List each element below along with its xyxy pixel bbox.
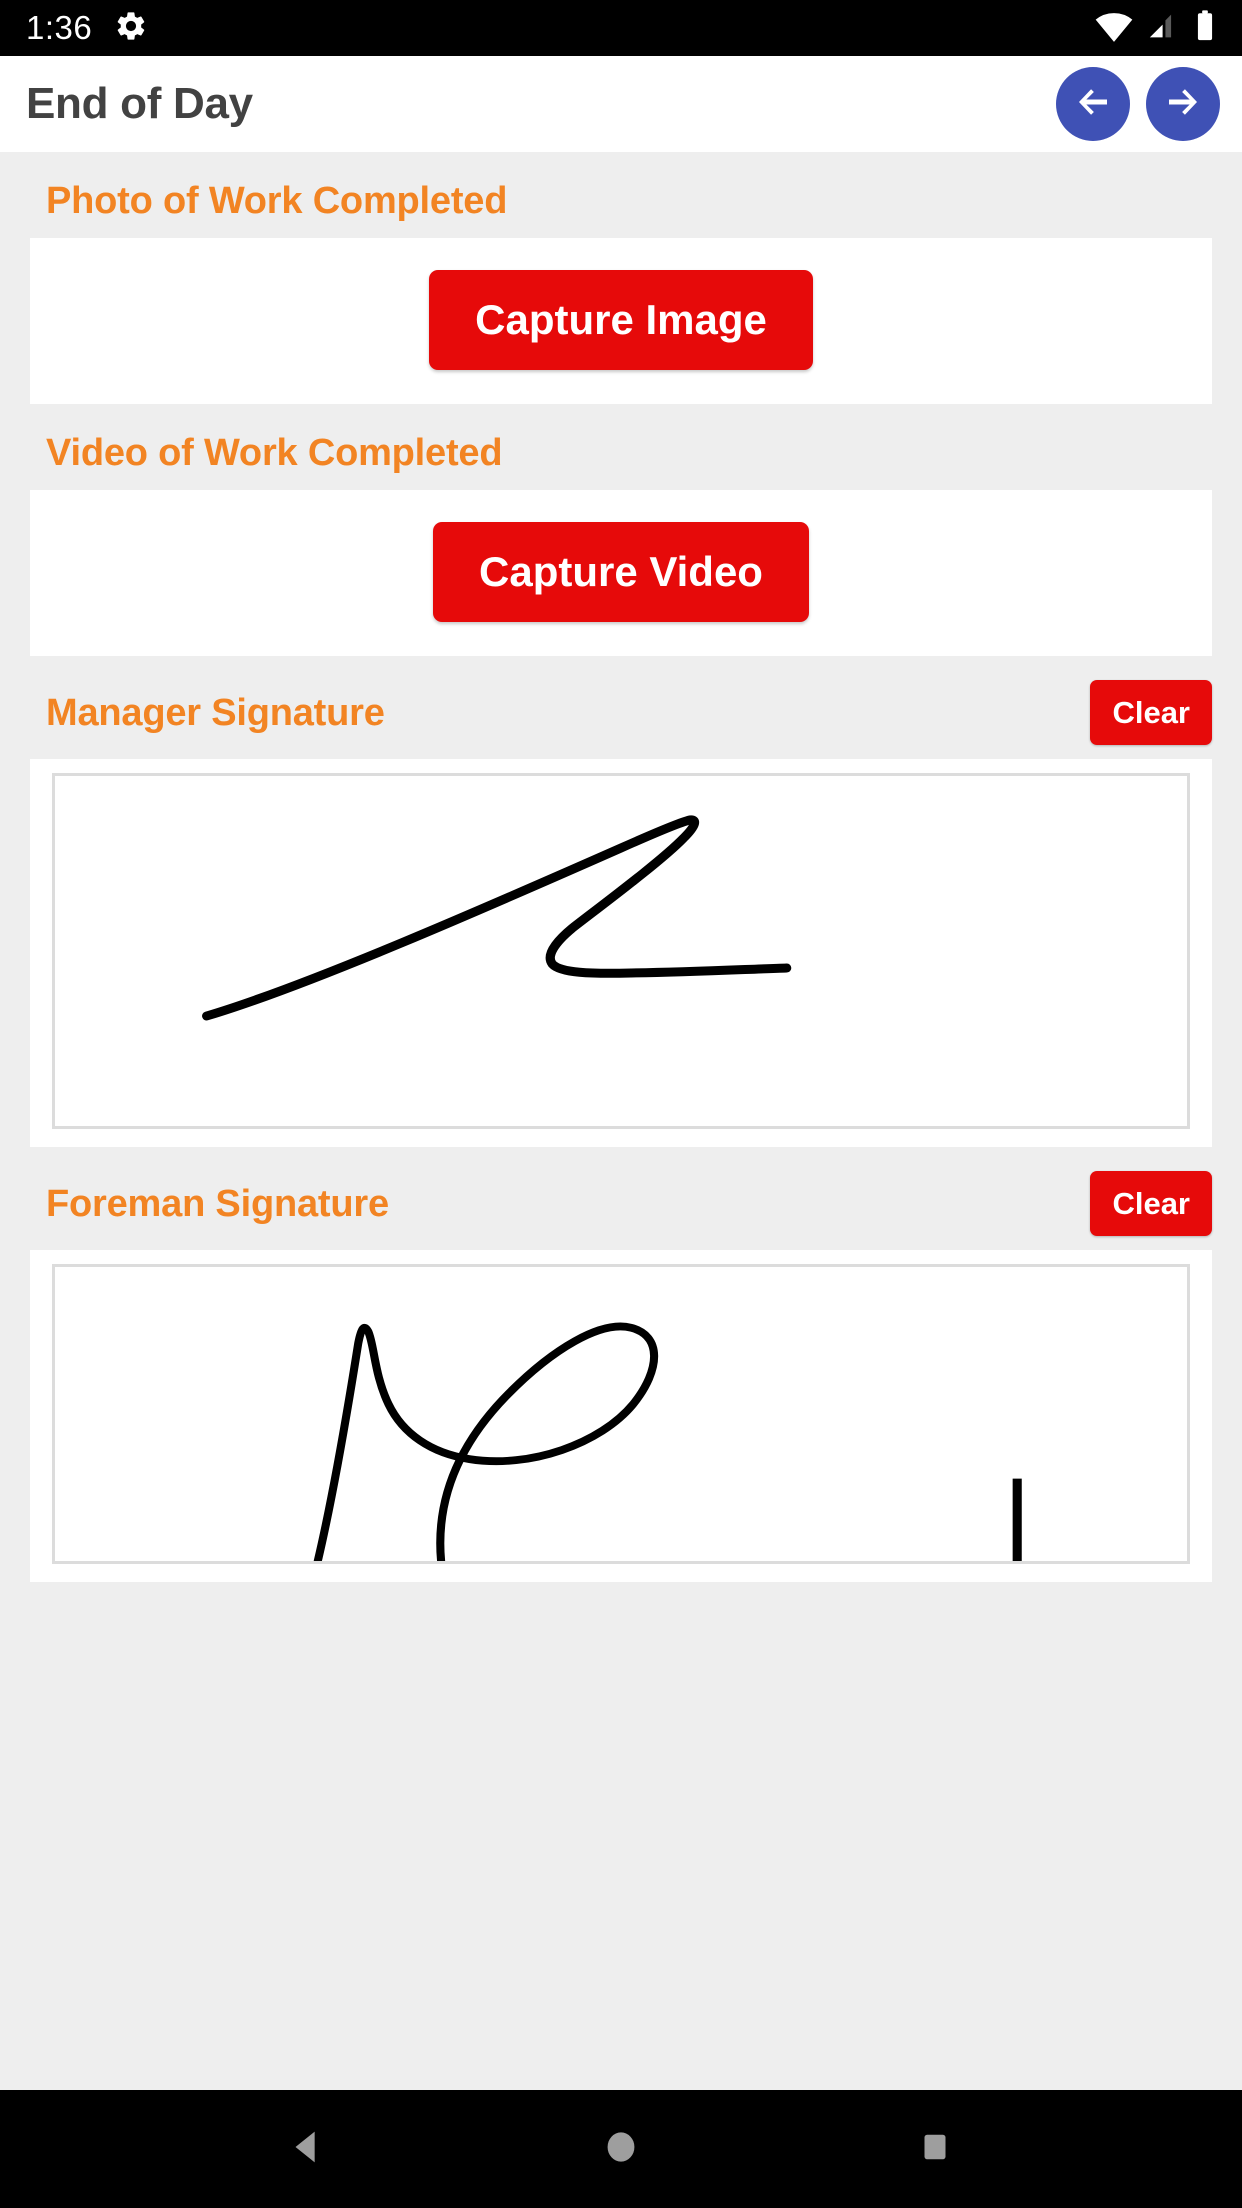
- page-title: End of Day: [26, 79, 253, 128]
- section-title-photo: Photo of Work Completed: [46, 180, 508, 222]
- phone-screen: 1:36 End of Day Photo of Work Completed …: [0, 0, 1242, 2208]
- status-notification-icons: [114, 9, 148, 48]
- app-bar: End of Day: [0, 56, 1242, 152]
- system-back-button[interactable]: [247, 2090, 367, 2208]
- manager-signature-pad[interactable]: [52, 773, 1190, 1129]
- wifi-icon: [1094, 9, 1134, 48]
- video-capture-card: Capture Video: [30, 490, 1212, 656]
- next-page-button[interactable]: [1146, 67, 1220, 141]
- back-triangle-icon: [284, 2124, 330, 2175]
- foreman-signature-ink: [313, 1322, 1022, 1561]
- manager-signature-card: [30, 759, 1212, 1147]
- system-navigation-bar: [0, 2090, 1242, 2208]
- section-header-manager-signature: Manager Signature Clear: [0, 656, 1242, 759]
- recents-square-icon: [914, 2126, 956, 2173]
- status-clock: 1:36: [26, 9, 93, 46]
- status-bar: 1:36: [0, 0, 1242, 56]
- gear-icon: [114, 9, 148, 48]
- clear-foreman-signature-button[interactable]: Clear: [1090, 1171, 1212, 1236]
- cellular-signal-icon: [1146, 9, 1182, 48]
- clear-manager-signature-button[interactable]: Clear: [1090, 680, 1212, 745]
- section-header-foreman-signature: Foreman Signature Clear: [0, 1147, 1242, 1250]
- battery-icon: [1194, 9, 1216, 48]
- section-title-video: Video of Work Completed: [46, 432, 503, 474]
- section-title-manager-signature: Manager Signature: [46, 691, 385, 734]
- section-title-foreman-signature: Foreman Signature: [46, 1182, 389, 1225]
- foreman-signature-card: [30, 1250, 1212, 1582]
- status-system-icons: [1094, 9, 1216, 48]
- previous-page-button[interactable]: [1056, 67, 1130, 141]
- form-scroll-area[interactable]: Photo of Work Completed Capture Image Vi…: [0, 152, 1242, 2090]
- arrow-left-icon: [1072, 81, 1114, 128]
- section-header-video: Video of Work Completed: [0, 404, 1242, 490]
- home-circle-icon: [598, 2124, 644, 2175]
- app-bar-actions: [1056, 67, 1220, 141]
- system-recents-button[interactable]: [875, 2090, 995, 2208]
- section-header-photo: Photo of Work Completed: [0, 152, 1242, 238]
- foreman-signature-pad[interactable]: [52, 1264, 1190, 1564]
- system-home-button[interactable]: [561, 2090, 681, 2208]
- capture-video-button[interactable]: Capture Video: [433, 522, 809, 622]
- arrow-right-icon: [1162, 81, 1204, 128]
- photo-capture-card: Capture Image: [30, 238, 1212, 404]
- capture-image-button[interactable]: Capture Image: [429, 270, 813, 370]
- manager-signature-ink: [202, 815, 792, 1021]
